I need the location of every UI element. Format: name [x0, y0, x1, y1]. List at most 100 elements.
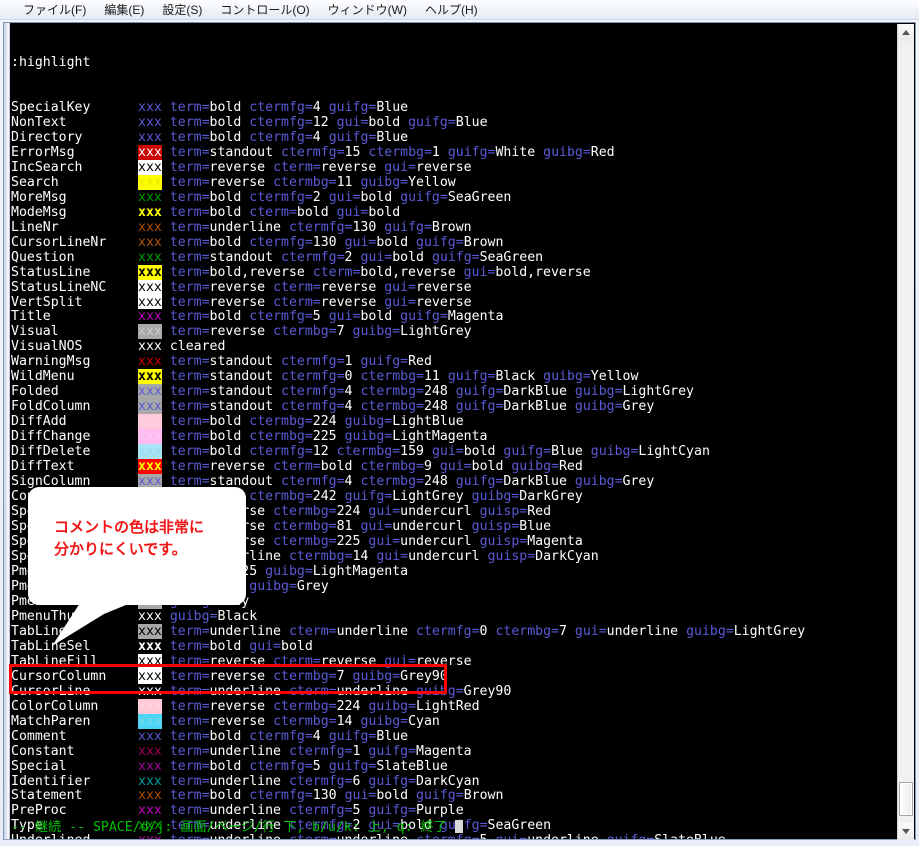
- color-swatch: xxx: [138, 249, 162, 265]
- menu-edit[interactable]: 編集(E): [95, 0, 153, 21]
- color-swatch: xxx: [138, 339, 162, 355]
- highlight-row: Directory xxx term=bold ctermfg=4 guifg=…: [11, 129, 872, 145]
- color-swatch: xxx: [138, 758, 162, 774]
- highlight-attrs: term=reverse ctermbg=14 guibg=Cyan: [169, 713, 440, 729]
- highlight-row: TabLine xxx term=underline cterm=underli…: [11, 623, 872, 639]
- swatch-spacer: [122, 369, 138, 384]
- highlight-group-name: VisualNOS: [11, 339, 123, 355]
- scroll-down-arrow-icon[interactable]: [898, 823, 914, 840]
- highlight-attrs: term=standout ctermfg=4 ctermbg=248 guif…: [169, 384, 694, 400]
- highlight-attrs: term=bold ctermfg=12 gui=bold guifg=Blue: [169, 114, 488, 130]
- highlight-attrs: guibg=Black: [169, 608, 258, 624]
- swatch-spacer: [122, 459, 138, 474]
- swatch-spacer: [122, 309, 138, 324]
- highlight-attrs: term=standout ctermfg=0 ctermbg=11 guifg…: [169, 369, 639, 385]
- highlight-group-list: SpecialKey xxx term=bold ctermfg=4 guifg…: [11, 99, 872, 839]
- highlight-attrs: term=bold ctermbg=224 guibg=LightBlue: [169, 414, 464, 430]
- highlight-attrs: term=reverse ctermbg=7 guibg=LightGrey: [169, 324, 472, 340]
- highlight-row: DiffText xxx term=reverse cterm=bold cte…: [11, 459, 872, 474]
- highlight-attrs: term=bold ctermfg=4 guifg=Blue: [169, 99, 409, 115]
- menu-bar: ファイル(F) 編集(E) 設定(S) コントロール(O) ウィンドウ(W) ヘ…: [0, 0, 919, 20]
- menu-help[interactable]: ヘルプ(H): [416, 0, 487, 21]
- highlight-attrs: term=underline ctermfg=1 guifg=Magenta: [169, 743, 472, 759]
- swatch-spacer: [122, 399, 138, 414]
- swatch-spacer: [122, 160, 138, 175]
- highlight-attrs: term=standout ctermfg=4 ctermbg=248 guif…: [169, 399, 655, 415]
- highlight-row: Constant xxx term=underline ctermfg=1 gu…: [11, 743, 872, 759]
- color-swatch: xxx: [138, 354, 162, 370]
- highlight-group-name: CursorLineNr: [11, 234, 123, 250]
- highlight-attrs: term=reverse cterm=reverse gui=reverse: [169, 294, 472, 310]
- menu-file[interactable]: ファイル(F): [14, 0, 95, 21]
- highlight-row: SpecialKey xxx term=bold ctermfg=4 guifg…: [11, 99, 872, 115]
- color-swatch: xxx: [138, 234, 162, 250]
- highlight-row: FoldColumn xxx term=standout ctermfg=4 c…: [11, 399, 872, 414]
- vertical-scrollbar[interactable]: [897, 24, 914, 840]
- terminal-frame: :highlight SpecialKey xxx term=bold cter…: [3, 22, 916, 840]
- terminal-screen[interactable]: :highlight SpecialKey xxx term=bold cter…: [11, 23, 872, 839]
- swatch-spacer: [122, 729, 138, 744]
- color-swatch: xxx: [138, 459, 162, 475]
- scroll-thumb[interactable]: [899, 782, 913, 816]
- highlight-row: CursorLineNr xxx term=bold ctermfg=130 g…: [11, 234, 872, 250]
- highlight-attrs: term=bold ctermbg=225 guibg=LightMagenta: [169, 429, 488, 445]
- highlight-attrs: cleared: [161, 339, 226, 355]
- highlight-attrs: term=standout ctermfg=15 ctermbg=1 guifg…: [169, 144, 615, 160]
- highlight-group-name: VertSplit: [11, 294, 123, 310]
- highlight-group-name: Special: [11, 758, 123, 774]
- highlight-attrs: term=bold ctermfg=130 gui=bold guifg=Bro…: [169, 234, 504, 250]
- highlight-row: MoreMsg xxx term=bold ctermfg=2 gui=bold…: [11, 189, 872, 205]
- highlight-group-name: Search: [11, 174, 123, 190]
- scroll-up-arrow-icon[interactable]: [898, 24, 914, 41]
- menu-control[interactable]: コントロール(O): [211, 0, 318, 21]
- highlight-group-name: Directory: [11, 129, 123, 145]
- menu-window[interactable]: ウィンドウ(W): [319, 0, 416, 21]
- highlight-row: PmenuThumb xxx guibg=Black: [11, 608, 872, 624]
- swatch-spacer: [122, 145, 138, 160]
- highlight-group-name: WarningMsg: [11, 354, 123, 370]
- color-swatch: xxx: [138, 99, 162, 115]
- highlight-row: StatusLineNC xxx term=reverse cterm=reve…: [11, 279, 872, 295]
- highlight-group-name: WildMenu: [11, 369, 123, 385]
- highlight-row: StatusLine xxx term=bold,reverse cterm=b…: [11, 264, 872, 280]
- highlight-attrs: term=bold ctermfg=130 gui=bold guifg=Bro…: [169, 788, 504, 804]
- highlight-group-name: Comment: [11, 728, 123, 744]
- color-swatch: xxx: [138, 623, 162, 639]
- swatch-spacer: [122, 100, 138, 115]
- swatch-spacer: [122, 339, 138, 354]
- terminal-left-bevel: [4, 23, 10, 839]
- highlight-attrs: term=bold ctermfg=5 guifg=SlateBlue: [169, 758, 448, 774]
- highlight-attrs: term=standout ctermfg=2 gui=bold guifg=S…: [169, 249, 544, 265]
- color-swatch: xxx: [138, 638, 162, 654]
- highlight-group-name: MatchParen: [11, 713, 123, 729]
- swatch-spacer: [122, 295, 138, 310]
- highlight-row: IncSearch xxx term=reverse cterm=reverse…: [11, 159, 872, 175]
- cursor-block: [454, 820, 463, 833]
- swatch-spacer: [122, 265, 138, 280]
- highlight-row: VisualNOS xxx cleared: [11, 339, 872, 354]
- highlight-group-name: DiffChange: [11, 429, 123, 445]
- swatch-spacer: [122, 444, 138, 459]
- color-swatch: xxx: [138, 279, 162, 295]
- highlight-row: NonText xxx term=bold ctermfg=12 gui=bol…: [11, 114, 872, 130]
- highlight-row: Statement xxx term=bold ctermfg=130 gui=…: [11, 788, 872, 803]
- swatch-spacer: [122, 205, 138, 220]
- highlight-attrs: term=reverse ctermbg=224 guibg=LightRed: [169, 698, 480, 714]
- highlight-row: ErrorMsg xxx term=standout ctermfg=15 ct…: [11, 144, 872, 160]
- swatch-spacer: [122, 220, 138, 235]
- color-swatch: xxx: [138, 743, 162, 759]
- status-line-text: -- 継続 -- SPACE/d/j: 画面/ページ/行 下, b/u/k: 上…: [11, 820, 455, 835]
- highlight-attrs: term=bold,reverse cterm=bold,reverse gui…: [169, 264, 591, 280]
- highlight-attrs: term=bold ctermfg=5 gui=bold guifg=Magen…: [169, 309, 504, 325]
- color-swatch: xxx: [138, 713, 162, 729]
- highlight-row: Folded xxx term=standout ctermfg=4 cterm…: [11, 384, 872, 399]
- highlight-group-name: Question: [11, 249, 123, 265]
- highlight-row: ColorColumn xxx term=reverse ctermbg=224…: [11, 698, 872, 714]
- highlight-attrs: term=bold ctermfg=2 gui=bold guifg=SeaGr…: [169, 189, 512, 205]
- color-swatch: xxx: [138, 309, 162, 325]
- highlight-attrs: term=underline cterm=underline ctermfg=0…: [169, 623, 806, 639]
- menu-settings[interactable]: 設定(S): [153, 0, 211, 21]
- color-swatch: xxx: [138, 788, 162, 804]
- highlight-attrs: term=standout ctermfg=1 guifg=Red: [169, 354, 432, 370]
- highlight-attrs: term=bold cterm=bold gui=bold: [169, 204, 401, 220]
